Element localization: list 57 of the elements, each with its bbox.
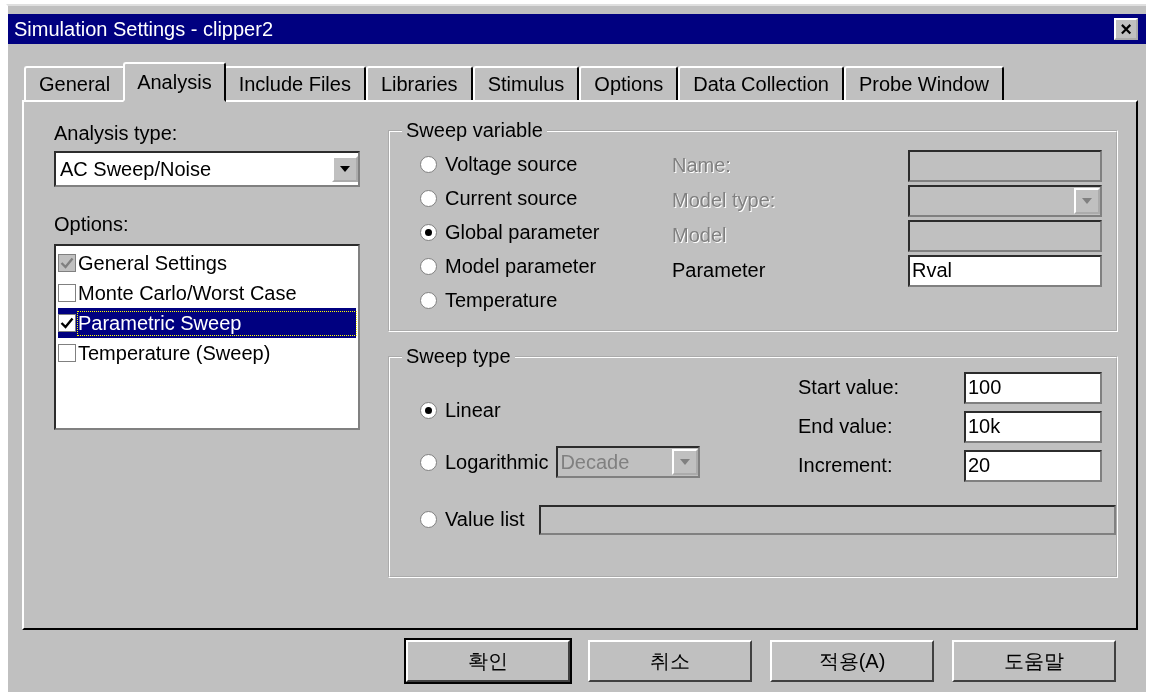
radio-option[interactable]: Global parameter <box>420 218 672 247</box>
dialog-button[interactable]: 도움말 <box>952 640 1116 682</box>
input-field[interactable] <box>908 219 1102 252</box>
dialog-button[interactable]: 적용(A) <box>770 640 934 682</box>
tab[interactable]: Options <box>579 66 679 100</box>
radio-button[interactable] <box>420 190 437 207</box>
radio-option[interactable]: Logarithmic <box>420 450 549 474</box>
checkbox[interactable] <box>58 344 76 362</box>
analysis-type-label: Analysis type: <box>54 121 179 145</box>
analysis-type-dropdown[interactable]: AC Sweep/Noise <box>54 151 360 187</box>
radio-option[interactable]: Current source <box>420 184 672 213</box>
input-field[interactable]: 100 <box>964 371 1102 404</box>
field-label: Increment: <box>798 454 893 477</box>
options-label: Options: <box>54 212 130 236</box>
radio-option[interactable]: Model parameter <box>420 252 672 281</box>
option-item[interactable]: Parametric Sweep <box>58 308 356 338</box>
field-label: Model type: <box>672 189 776 212</box>
input-field[interactable]: 10k <box>964 410 1102 443</box>
field-label: Name: <box>672 154 731 177</box>
group-title: Sweep variable <box>402 119 547 142</box>
tab[interactable]: Libraries <box>365 66 473 100</box>
dropdown-arrow-icon <box>1081 196 1093 205</box>
tab[interactable]: Stimulus <box>472 66 580 100</box>
field-label: Start value: <box>798 376 900 399</box>
checkbox[interactable] <box>58 314 76 332</box>
radio-option[interactable]: Temperature <box>420 286 672 315</box>
dialog-button[interactable]: 확인 <box>406 640 570 682</box>
input-field[interactable]: 20 <box>964 449 1102 482</box>
checkbox[interactable] <box>58 284 76 302</box>
dropdown-arrow-icon <box>679 458 692 466</box>
tab[interactable]: Data Collection <box>678 66 844 100</box>
tab[interactable]: Probe Window <box>843 66 1004 100</box>
dropdown-arrow-icon <box>339 165 351 173</box>
input-field[interactable]: Rval <box>908 254 1102 287</box>
option-item[interactable]: Temperature (Sweep) <box>58 338 356 368</box>
radio-button[interactable] <box>420 292 437 309</box>
close-button[interactable]: × <box>1114 18 1138 40</box>
field-label: Parameter <box>672 259 766 282</box>
radio-button[interactable] <box>420 453 437 471</box>
input-field[interactable] <box>908 149 1102 182</box>
radio-button[interactable] <box>420 511 437 528</box>
radio-button[interactable] <box>420 224 437 241</box>
dialog-button[interactable]: 취소 <box>588 640 752 682</box>
radio-option[interactable]: Value list <box>420 508 525 531</box>
field-label: End value: <box>798 415 893 438</box>
tab[interactable]: Analysis <box>123 62 226 102</box>
radio-button[interactable] <box>420 401 437 419</box>
radio-option[interactable]: Voltage source <box>420 150 672 179</box>
window-title: Simulation Settings - clipper2 <box>14 17 273 41</box>
radio-button[interactable] <box>420 156 437 173</box>
tab[interactable]: Include Files <box>223 66 366 100</box>
radio-button[interactable] <box>420 258 437 275</box>
tab[interactable]: General <box>24 66 126 100</box>
dropdown-field[interactable] <box>908 184 1102 217</box>
field-label: Model <box>672 224 727 247</box>
option-item[interactable]: Monte Carlo/Worst Case <box>58 278 356 308</box>
radio-option[interactable]: Linear <box>420 398 501 422</box>
